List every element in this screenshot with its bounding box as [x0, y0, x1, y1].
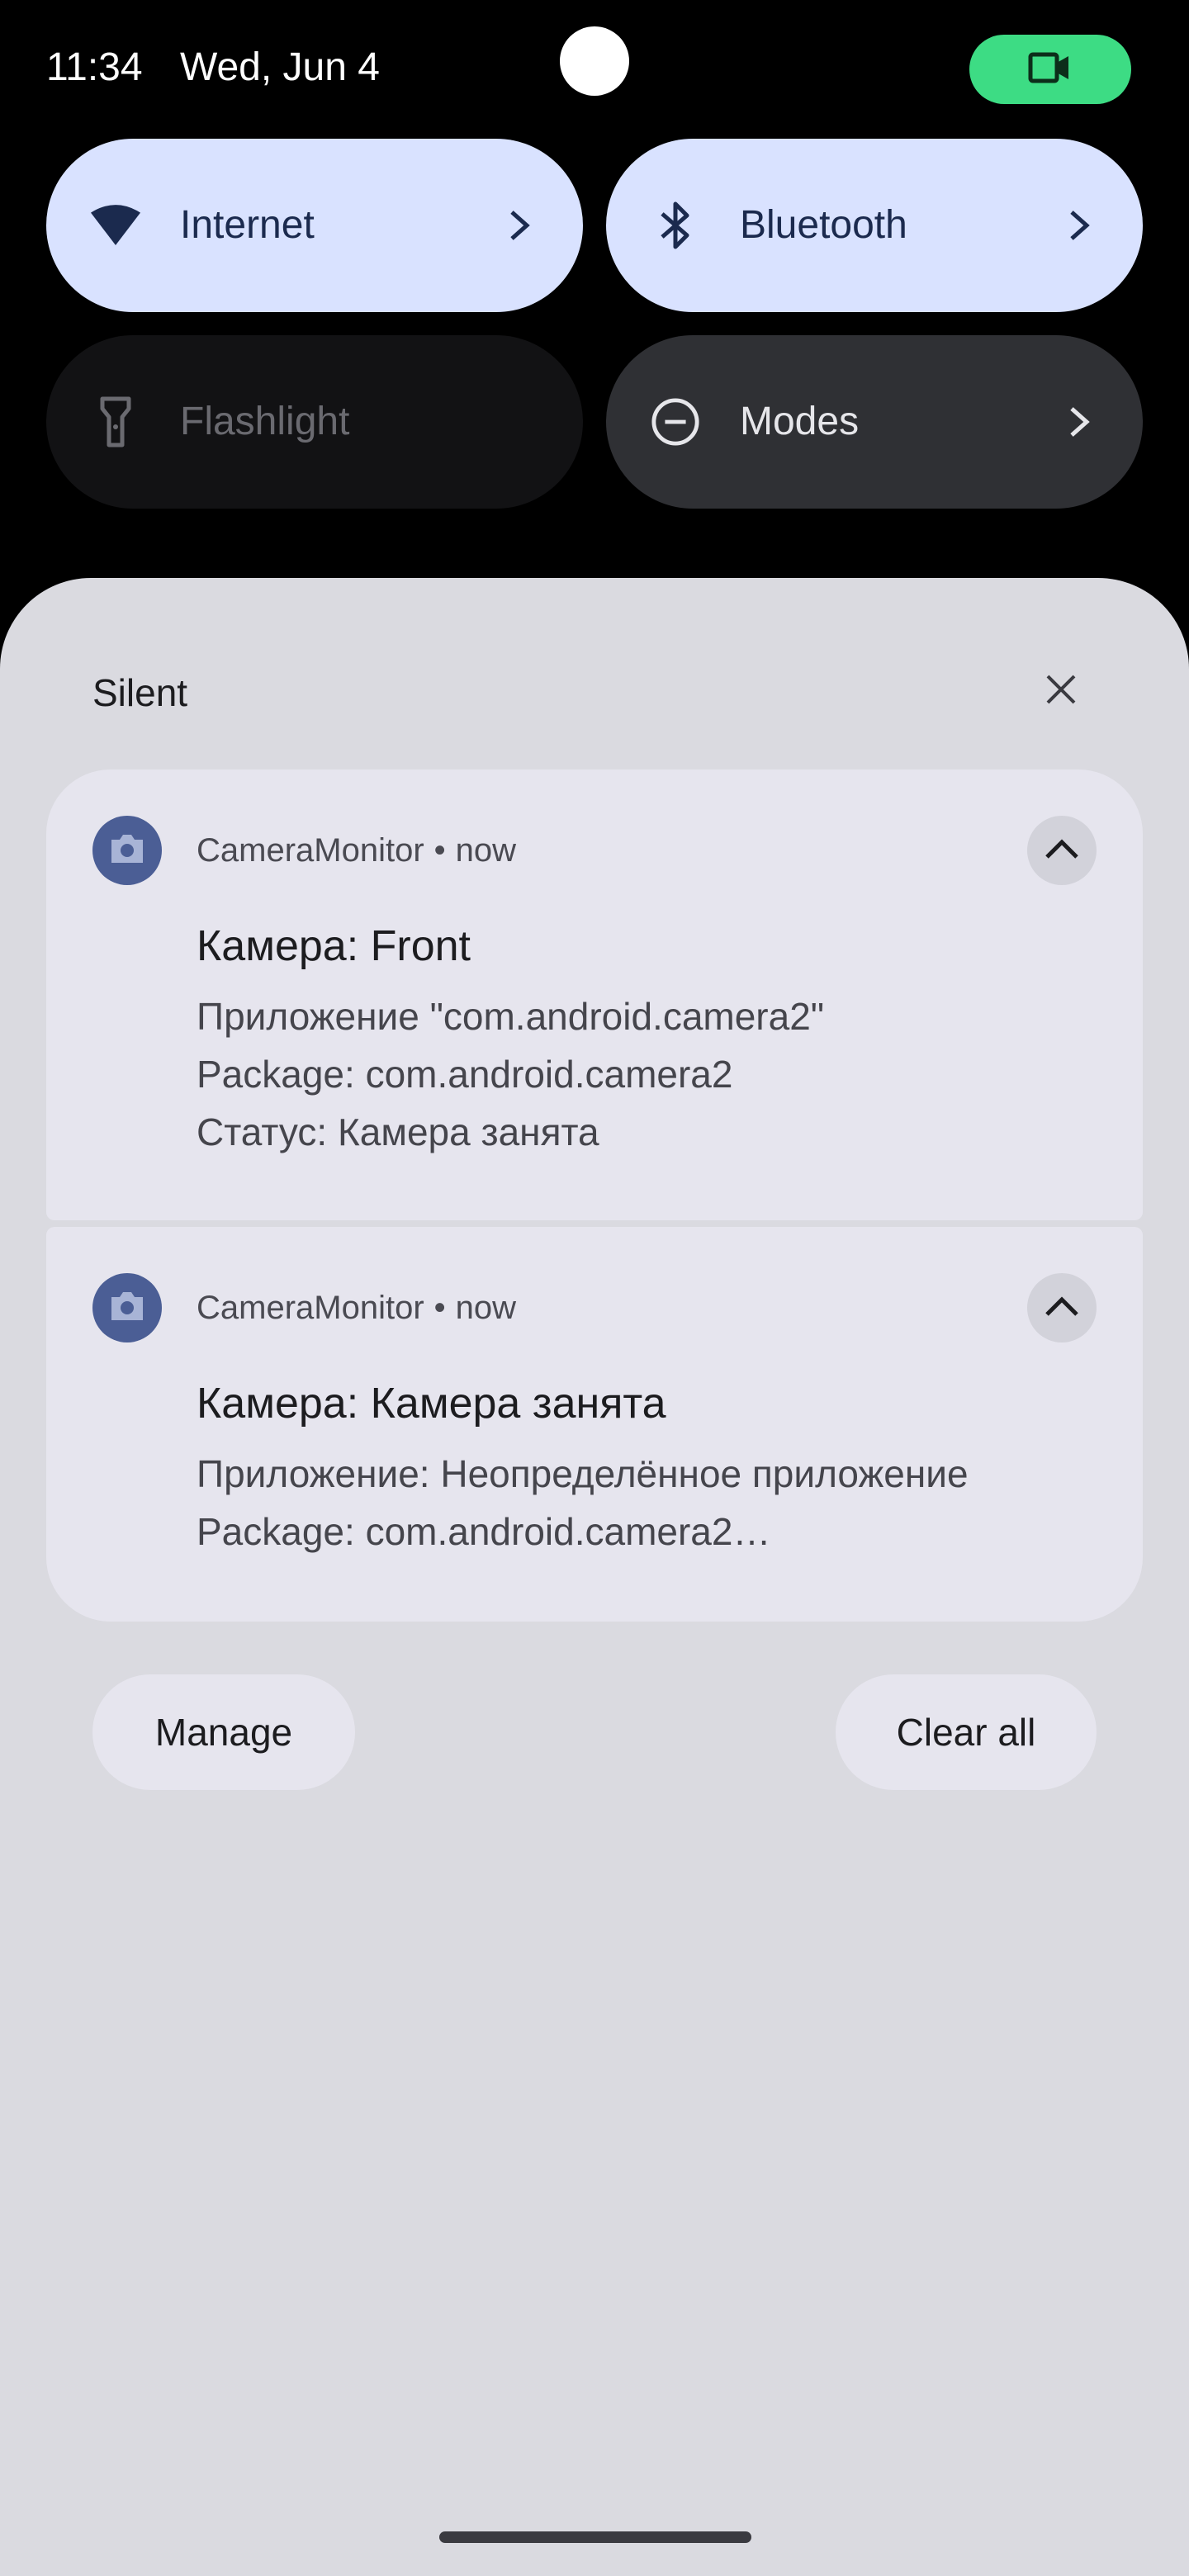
notification-header: CameraMonitor • now: [197, 1290, 516, 1327]
tile-label: Bluetooth: [740, 203, 907, 247]
status-time: 11:34: [46, 45, 143, 89]
notification-card[interactable]: CameraMonitor • now Камера: Камера занята …: [46, 1227, 1143, 1622]
clear-all-button[interactable]: Clear all: [836, 1674, 1097, 1790]
tile-label: Internet: [180, 203, 315, 247]
app-name: CameraMonitor: [197, 832, 424, 869]
notification-time: now: [455, 832, 517, 869]
camera-cutout: [560, 26, 629, 96]
camera-privacy-chip[interactable]: [969, 35, 1131, 104]
collapse-button[interactable]: [1027, 1273, 1097, 1342]
flashlight-icon: [91, 396, 140, 447]
tile-modes[interactable]: Modes: [606, 335, 1143, 509]
notification-group: CameraMonitor • now Камера: Front Приложен…: [46, 769, 1143, 1622]
bluetooth-icon: [651, 201, 700, 250]
chevron-right-icon: [1059, 401, 1100, 443]
notification-text-line: Package: com.android.camera2: [197, 1053, 733, 1096]
section-header-silent: Silent: [92, 671, 188, 714]
tile-label: Modes: [740, 400, 860, 443]
camera-icon: [108, 1290, 146, 1326]
status-bar: 11:34 Wed, Jun 4: [0, 0, 1189, 132]
wifi-icon: [91, 201, 140, 250]
tile-bluetooth[interactable]: Bluetooth: [606, 139, 1143, 312]
app-icon: [92, 1273, 162, 1342]
separator-dot: •: [433, 832, 446, 869]
do-not-disturb-icon: [651, 397, 700, 447]
tile-label: Flashlight: [180, 400, 350, 443]
notification-text-line: Package: com.android.camera2…: [197, 1510, 771, 1553]
home-indicator[interactable]: [439, 2531, 751, 2543]
notification-title: Камера: Front: [197, 922, 471, 970]
notification-card[interactable]: CameraMonitor • now Камера: Front Приложен…: [46, 769, 1143, 1220]
notification-title: Камера: Камера занята: [197, 1380, 666, 1428]
tile-internet[interactable]: Internet: [46, 139, 583, 312]
notification-text-line: Приложение "com.android.camera2": [197, 995, 825, 1038]
collapse-button[interactable]: [1027, 816, 1097, 885]
notification-text-line: Приложение: Неопределённое приложение: [197, 1452, 969, 1495]
close-icon: [1045, 673, 1078, 710]
dismiss-silent-button[interactable]: [1034, 664, 1088, 718]
manage-button[interactable]: Manage: [92, 1674, 355, 1790]
notification-text-line: Статус: Камера занята: [197, 1110, 599, 1153]
notification-shade: Silent CameraMonitor • now Камера: Front…: [0, 578, 1189, 2576]
status-date: Wed, Jun 4: [180, 45, 380, 89]
notification-header: CameraMonitor • now: [197, 832, 516, 869]
separator-dot: •: [433, 1290, 446, 1326]
tile-flashlight[interactable]: Flashlight: [46, 335, 583, 509]
chevron-up-icon: [1044, 1295, 1080, 1322]
chevron-up-icon: [1044, 837, 1080, 864]
app-icon: [92, 816, 162, 885]
screen: 11:34 Wed, Jun 4 Internet Bluetooth Flas…: [0, 0, 1189, 2576]
notification-time: now: [455, 1290, 517, 1326]
chevron-right-icon: [499, 205, 540, 246]
chevron-right-icon: [1059, 205, 1100, 246]
camera-icon: [108, 833, 146, 869]
videocam-icon: [1027, 50, 1073, 90]
app-name: CameraMonitor: [197, 1290, 424, 1326]
